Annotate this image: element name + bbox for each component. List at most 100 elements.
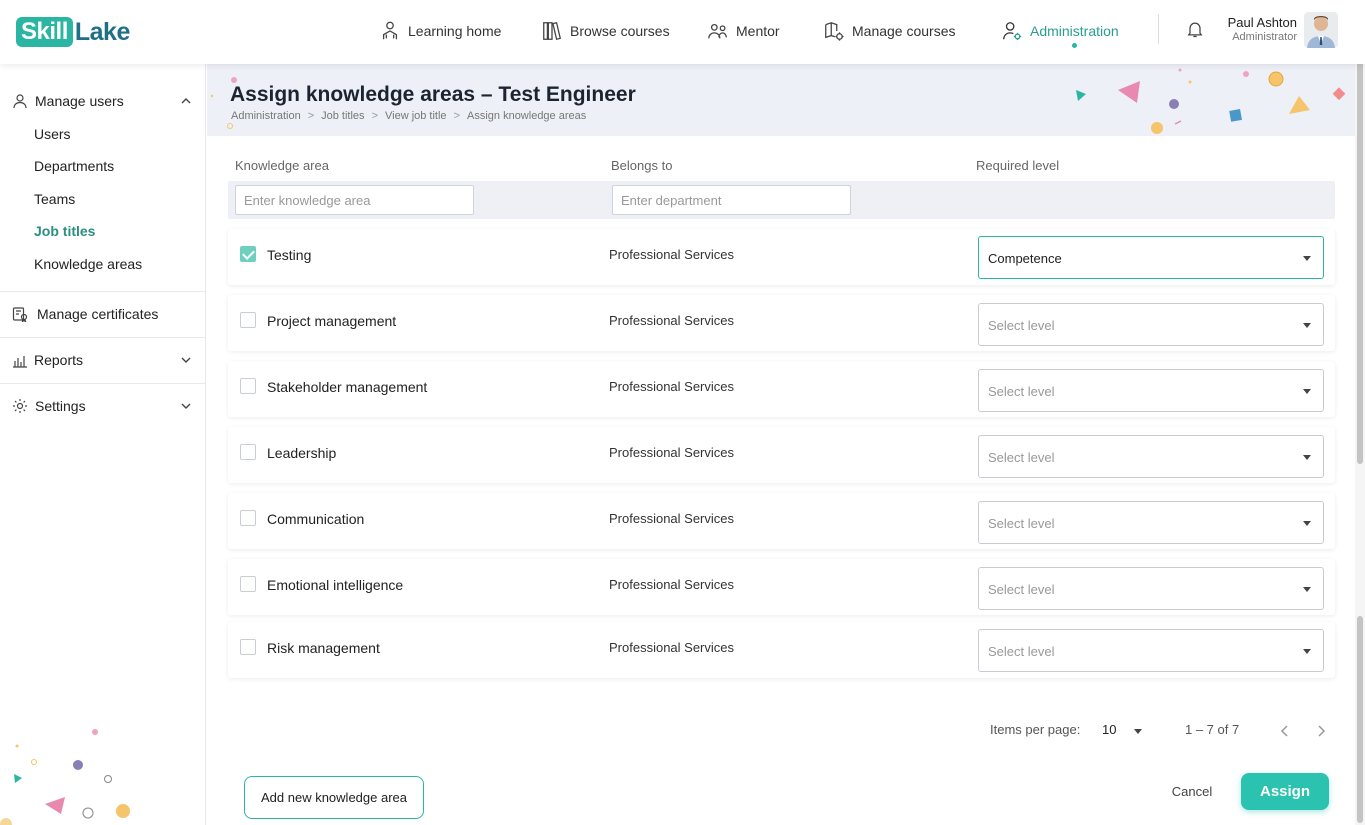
sidebar-reports-label: Reports [34,352,84,368]
dropdown-arrow-icon [1303,455,1311,460]
sidebar-divider [0,337,205,338]
breadcrumb: Administration > Job titles > View job t… [231,110,586,122]
avatar[interactable] [1304,12,1338,48]
row-checkbox[interactable] [240,576,256,592]
nav-browse-courses[interactable]: Browse courses [541,16,670,46]
row-checkbox[interactable] [240,378,256,394]
required-level-select[interactable]: Select level [978,567,1324,610]
row-knowledge-area: Leadership [267,445,337,461]
row-belongs-to: Professional Services [609,379,734,394]
required-level-select[interactable]: Select level [978,629,1324,672]
skilllake-logo[interactable]: Skill Lake [16,17,130,47]
required-level-select[interactable]: Select level [978,369,1324,412]
department-filter-input[interactable] [612,185,851,215]
manage-courses-icon [825,22,844,41]
dropdown-arrow-icon [1303,323,1311,328]
dropdown-arrow-icon[interactable] [1134,729,1142,734]
row-knowledge-area: Testing [267,247,312,263]
row-checkbox[interactable] [240,246,256,262]
required-level-placeholder: Select level [988,644,1055,659]
knowledge-area-filter-input[interactable] [235,185,474,215]
row-knowledge-area: Project management [267,313,397,329]
breadcrumb-view-job-title[interactable]: View job title [385,110,447,122]
row-belongs-to: Professional Services [609,640,734,655]
sidebar-manage-certificates-label: Manage certificates [37,306,159,322]
add-new-knowledge-area-button[interactable]: Add new knowledge area [244,776,424,819]
user-icon [13,94,27,109]
sidebar-settings[interactable]: Settings [0,386,205,426]
table-row: Project management Professional Services… [228,295,1335,351]
required-level-placeholder: Select level [988,516,1055,531]
cancel-button[interactable]: Cancel [1160,776,1224,806]
nav-mentor[interactable]: Mentor [707,16,780,46]
dropdown-arrow-icon [1303,587,1311,592]
sidebar-item-departments[interactable]: Departments [34,158,114,174]
decorative-confetti-right [1076,68,1346,134]
nav-administration[interactable]: Administration [1001,16,1119,46]
sidebar-item-teams[interactable]: Teams [34,191,75,207]
administration-icon [1003,22,1022,41]
nav-manage-courses[interactable]: Manage courses [823,16,956,46]
pagination-range: 1 – 7 of 7 [1185,722,1240,737]
breadcrumb-separator: > [307,110,315,122]
required-level-select[interactable]: Select level [978,303,1324,346]
table-row: Emotional intelligence Professional Serv… [228,559,1335,615]
required-level-value: Competence [988,251,1062,266]
chevron-up-icon[interactable] [180,95,192,107]
sidebar-divider [0,383,205,384]
top-bar: Skill Lake Learning home Browse courses … [0,0,1365,64]
row-checkbox[interactable] [240,444,256,460]
nav-label: Administration [1030,23,1119,39]
row-belongs-to: Professional Services [609,445,734,460]
sidebar-item-knowledge-areas[interactable]: Knowledge areas [34,256,142,272]
chevron-right-icon[interactable] [1313,722,1329,740]
required-level-placeholder: Select level [988,318,1055,333]
required-level-select[interactable]: Select level [978,501,1324,544]
sidebar-item-job-titles[interactable]: Job titles [34,223,95,239]
breadcrumb-job-titles[interactable]: Job titles [321,110,364,122]
mentor-icon [708,23,727,39]
row-checkbox[interactable] [240,510,256,526]
row-knowledge-area: Stakeholder management [267,379,428,395]
row-knowledge-area: Risk management [267,640,380,656]
sidebar-item-users[interactable]: Users [34,126,71,142]
breadcrumb-separator: > [371,110,378,122]
logo-part-skill: Skill [16,17,73,47]
dropdown-arrow-icon [1303,389,1311,394]
table-row: Leadership Professional Services Select … [228,427,1335,483]
chevron-down-icon[interactable] [180,354,192,366]
nav-learning-home[interactable]: Learning home [379,16,501,46]
items-per-page-select[interactable]: 10 [1102,722,1116,737]
sidebar-manage-users[interactable]: Manage users [0,81,205,121]
required-level-placeholder: Select level [988,384,1055,399]
required-level-select[interactable]: Select level [978,435,1324,478]
required-level-select[interactable]: Competence [978,236,1324,279]
row-checkbox[interactable] [240,639,256,655]
row-knowledge-area: Communication [267,511,365,527]
table-row: Stakeholder management Professional Serv… [228,361,1335,417]
assign-button[interactable]: Assign [1241,773,1329,810]
row-belongs-to: Professional Services [609,313,734,328]
required-level-placeholder: Select level [988,582,1055,597]
nav-label: Manage courses [852,23,956,39]
table-row: Risk management Professional Services Se… [228,622,1335,678]
column-header-knowledge-area: Knowledge area [235,158,329,173]
row-checkbox[interactable] [240,312,256,328]
breadcrumb-administration[interactable]: Administration [231,110,301,122]
logo-part-lake: Lake [74,17,130,46]
learning-home-icon [382,21,398,40]
certificate-icon [12,307,28,322]
nav-label: Mentor [736,23,780,39]
header-divider [1158,14,1159,44]
reports-icon [13,356,27,368]
sidebar-reports[interactable]: Reports [0,340,205,380]
user-role: Administrator [1232,31,1297,43]
row-belongs-to: Professional Services [609,577,734,592]
page-scrollbar-thumb[interactable] [1357,2,1363,464]
chevron-down-icon[interactable] [180,400,192,412]
chevron-left-icon[interactable] [1277,722,1293,740]
user-name[interactable]: Paul Ashton [1200,15,1297,30]
sidebar-manage-users-label: Manage users [35,93,124,109]
sidebar-manage-certificates[interactable]: Manage certificates [0,294,205,334]
page-scrollbar-thumb-lower[interactable] [1357,616,1363,823]
